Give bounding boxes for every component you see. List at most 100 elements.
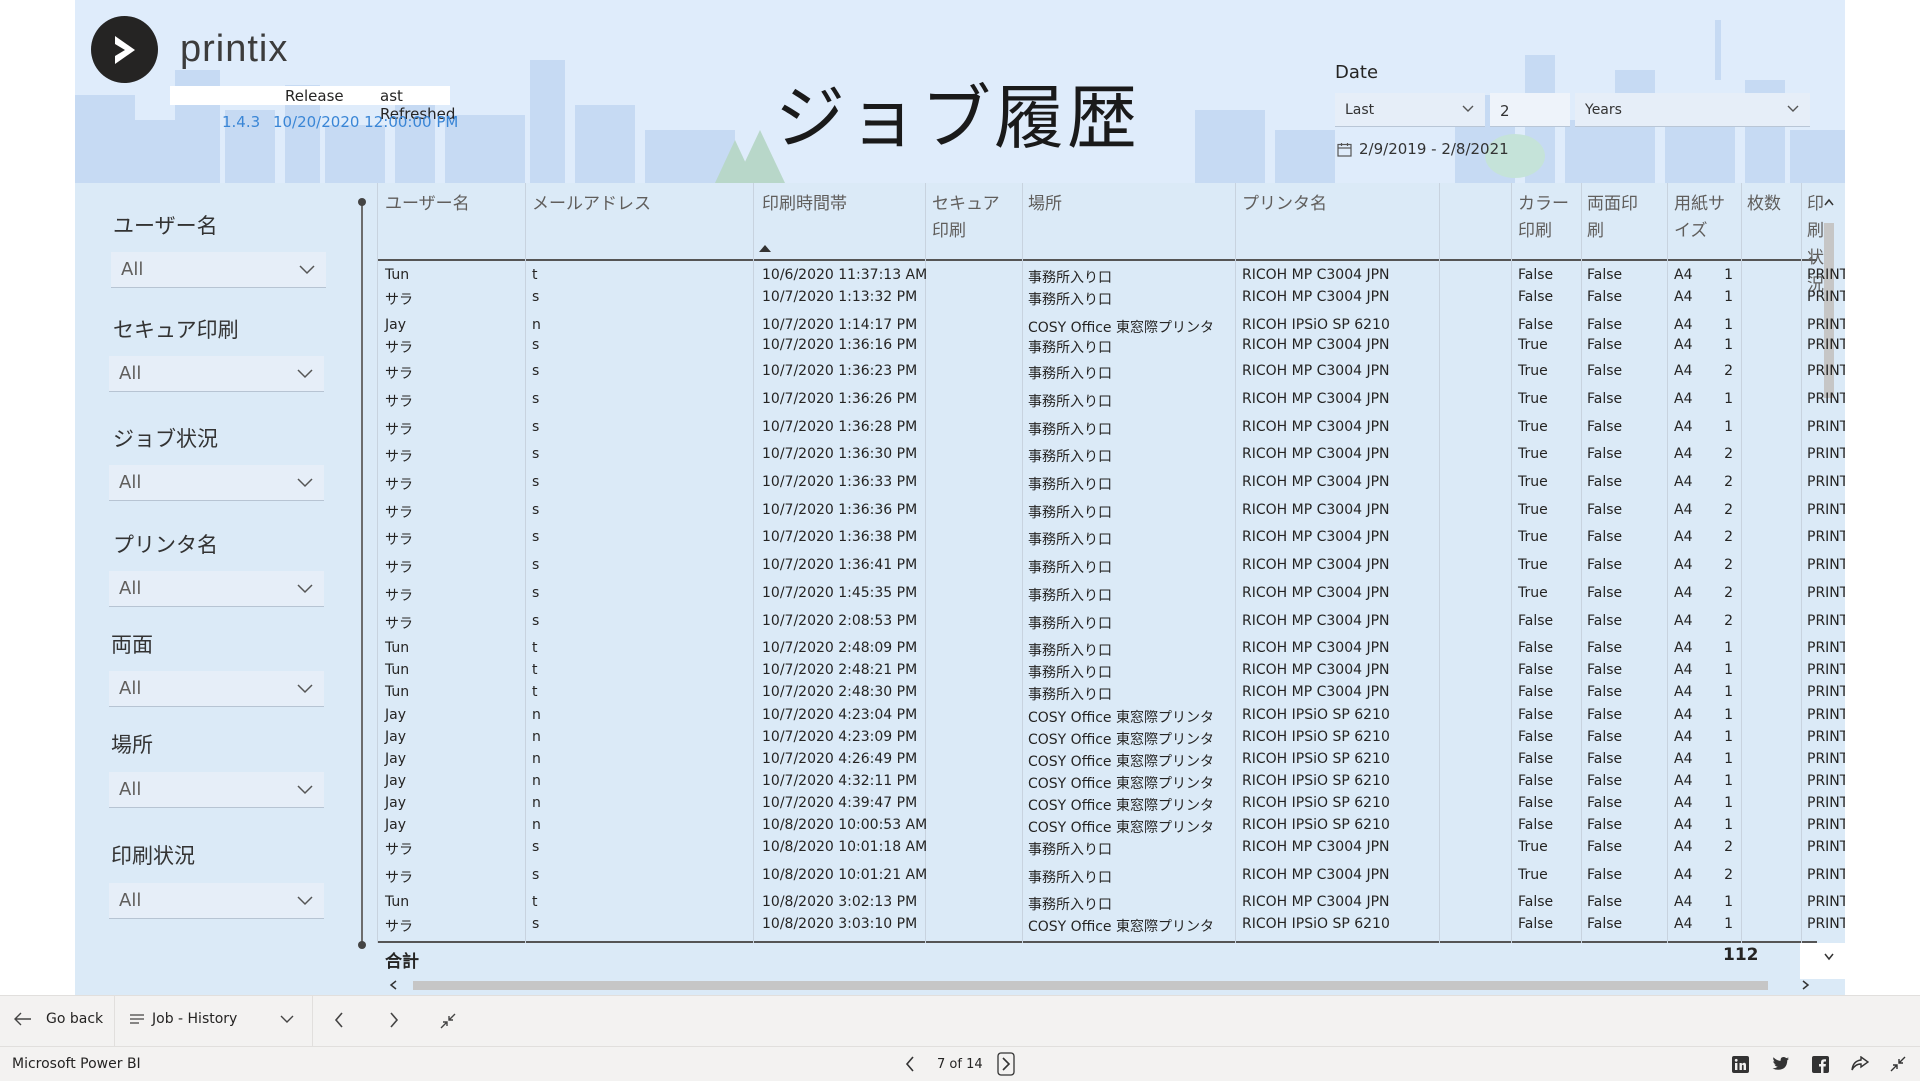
cell-printer-name: RICOH IPSiO SP 6210 xyxy=(1242,729,1390,745)
column-header-secure-print[interactable]: セキュア 印刷 xyxy=(932,191,1000,245)
total-label: 合計 xyxy=(385,952,419,972)
scroll-left-icon[interactable] xyxy=(389,980,397,990)
column-header-user-name[interactable]: ユーザー名 xyxy=(385,191,470,218)
column-header-paper-size[interactable]: 用紙サ イズ xyxy=(1674,191,1725,245)
cell-location: 事務所入り口 xyxy=(1028,505,1112,521)
table-row[interactable]: Jay n 10/8/2020 10:00:53 AM COSY Office 東窓際… xyxy=(377,817,1845,837)
column-header-email[interactable]: メールアドレス xyxy=(532,191,651,218)
cell-color-print: True xyxy=(1518,529,1548,545)
date-period-dropdown[interactable]: Last xyxy=(1335,93,1485,127)
cell-print-time: 10/7/2020 2:48:09 PM xyxy=(762,640,918,656)
table-row[interactable]: サラ s 10/8/2020 10:01:18 AM 事務所入り口 RICOH MP C… xyxy=(377,839,1845,859)
column-header-line: カラー xyxy=(1518,194,1569,214)
table-row[interactable]: サラ s 10/8/2020 10:01:21 AM 事務所入り口 RICOH MP C… xyxy=(377,867,1845,887)
table-row[interactable]: Tun t 10/6/2020 11:37:13 AM 事務所入り口 RICOH MP … xyxy=(377,267,1845,287)
cell-color-print: True xyxy=(1518,337,1548,353)
cell-print-status: PRINT_OK xyxy=(1807,662,1845,678)
slicer-dropdown-location[interactable]: All xyxy=(109,772,324,808)
table-row[interactable]: サラ s 10/7/2020 1:45:35 PM 事務所入り口 RICOH MP C3… xyxy=(377,585,1845,605)
scroll-down-icon[interactable] xyxy=(1824,953,1834,961)
column-header-print-time[interactable]: 印刷時間帯 xyxy=(762,191,847,218)
table-row[interactable]: Jay n 10/7/2020 4:23:09 PM COSY Office 東窓際プ… xyxy=(377,729,1845,749)
slicer-dropdown-print-status[interactable]: All xyxy=(109,883,324,919)
table-row[interactable]: Tun t 10/8/2020 3:02:13 PM 事務所入り口 RICOH MP C… xyxy=(377,894,1845,914)
cell-location: 事務所入り口 xyxy=(1028,897,1112,913)
column-header-color-print[interactable]: カラー 印刷 xyxy=(1518,191,1569,245)
cell-user-name: Jay xyxy=(385,817,406,833)
table-row[interactable]: サラ s 10/7/2020 1:36:23 PM 事務所入り口 RICOH MP C3… xyxy=(377,363,1845,383)
cell-email: s xyxy=(532,502,540,518)
column-header-location[interactable]: 場所 xyxy=(1028,191,1062,218)
table-row[interactable]: サラ s 10/7/2020 1:36:26 PM 事務所入り口 RICOH MP C3… xyxy=(377,391,1845,411)
table-row[interactable]: サラ s 10/8/2020 3:03:10 PM COSY Office 東窓際プリ… xyxy=(377,916,1845,936)
cell-email: n xyxy=(532,317,541,333)
collapse-icon[interactable] xyxy=(1890,1056,1906,1072)
table-row[interactable]: サラ s 10/7/2020 1:36:33 PM 事務所入り口 RICOH MP C3… xyxy=(377,474,1845,494)
column-header-copies[interactable]: 枚数 xyxy=(1747,191,1781,218)
column-header-duplex[interactable]: 両面印刷 xyxy=(1587,191,1638,245)
table-row[interactable]: サラ s 10/7/2020 1:36:30 PM 事務所入り口 RICOH MP C3… xyxy=(377,446,1845,466)
horizontal-scrollbar[interactable] xyxy=(377,978,1817,992)
share-icon[interactable] xyxy=(1851,1056,1869,1072)
scroll-right-icon[interactable] xyxy=(1802,980,1810,990)
slicer-dropdown-job-status[interactable]: All xyxy=(109,465,324,501)
pager-previous-icon[interactable] xyxy=(905,1056,915,1072)
facebook-icon[interactable] xyxy=(1812,1056,1829,1073)
cell-duplex: False xyxy=(1587,363,1623,379)
cell-paper-size: A4 xyxy=(1674,751,1693,767)
twitter-icon[interactable] xyxy=(1772,1056,1790,1072)
cell-color-print: True xyxy=(1518,502,1548,518)
cell-paper-size: A4 xyxy=(1674,662,1693,678)
table-row[interactable]: Tun t 10/7/2020 2:48:21 PM 事務所入り口 RICOH MP C… xyxy=(377,662,1845,682)
exit-fullscreen-icon xyxy=(440,1013,456,1029)
table-row[interactable]: Jay n 10/7/2020 4:32:11 PM COSY Office 東窓際プ… xyxy=(377,773,1845,793)
table-row[interactable]: サラ s 10/7/2020 1:13:32 PM 事務所入り口 RICOH MP C3… xyxy=(377,289,1845,309)
horizontal-scroll-thumb[interactable] xyxy=(413,981,1768,990)
cell-user-name: サラ xyxy=(385,870,413,886)
exit-fullscreen-button[interactable] xyxy=(440,1013,456,1029)
table-row[interactable]: サラ s 10/7/2020 1:36:16 PM 事務所入り口 RICOH MP C3… xyxy=(377,337,1845,357)
previous-page-button[interactable] xyxy=(334,1012,344,1028)
table-row[interactable]: Jay n 10/7/2020 4:23:04 PM COSY Office 東窓際プ… xyxy=(377,707,1845,727)
cell-copies: 2 xyxy=(1724,502,1733,518)
table-row[interactable]: サラ s 10/7/2020 1:36:36 PM 事務所入り口 RICOH MP C3… xyxy=(377,502,1845,522)
cell-print-time: 10/7/2020 1:36:33 PM xyxy=(762,474,918,490)
cell-print-time: 10/7/2020 1:13:32 PM xyxy=(762,289,918,305)
page-selector-dropdown[interactable]: Job - History xyxy=(130,1011,295,1027)
slicer-dropdown-username[interactable]: All xyxy=(111,252,326,288)
table-row[interactable]: サラ s 10/7/2020 2:08:53 PM 事務所入り口 RICOH MP C3… xyxy=(377,613,1845,633)
cell-printer-name: RICOH MP C3004 JPN xyxy=(1242,529,1390,545)
table-row[interactable]: Jay n 10/7/2020 4:26:49 PM COSY Office 東窓際プ… xyxy=(377,751,1845,771)
table-row[interactable]: Tun t 10/7/2020 2:48:09 PM 事務所入り口 RICOH MP C… xyxy=(377,640,1845,660)
table-row[interactable]: Jay n 10/7/2020 4:39:47 PM COSY Office 東窓際プ… xyxy=(377,795,1845,815)
cell-user-name: Tun xyxy=(385,662,410,678)
nav-divider xyxy=(114,996,115,1047)
date-unit-dropdown[interactable]: Years xyxy=(1575,93,1810,127)
cell-copies: 1 xyxy=(1724,817,1733,833)
next-page-button[interactable] xyxy=(389,1012,399,1028)
table-row[interactable]: Tun t 10/7/2020 2:48:30 PM 事務所入り口 RICOH MP C… xyxy=(377,684,1845,704)
slicer-dropdown-secure-print[interactable]: All xyxy=(109,356,324,392)
job-history-table[interactable]: 合計 1 1 2 ユーザー名 メールアドレス 印刷時間帯 セキュア 印刷 場所 プリンタ名 カラー… xyxy=(377,183,1845,993)
go-back-button[interactable]: Go back xyxy=(14,1011,103,1027)
slicer-dropdown-duplex[interactable]: All xyxy=(109,671,324,707)
table-row[interactable]: サラ s 10/7/2020 1:36:28 PM 事務所入り口 RICOH MP C3… xyxy=(377,419,1845,439)
scroll-up-icon[interactable] xyxy=(1824,198,1834,206)
sort-ascending-icon[interactable] xyxy=(759,245,771,252)
date-count-input[interactable]: 2 xyxy=(1490,93,1570,127)
linkedin-icon[interactable] xyxy=(1732,1056,1749,1073)
cell-user-name: Jay xyxy=(385,317,406,333)
cell-copies: 1 xyxy=(1724,640,1733,656)
table-row[interactable]: サラ s 10/7/2020 1:36:41 PM 事務所入り口 RICOH MP C3… xyxy=(377,557,1845,577)
cell-location: 事務所入り口 xyxy=(1028,532,1112,548)
cell-location: 事務所入り口 xyxy=(1028,340,1112,356)
table-row[interactable]: Jay n 10/7/2020 1:14:17 PM COSY Office 東窓際プ… xyxy=(377,317,1845,337)
slicer-dropdown-printer-name[interactable]: All xyxy=(109,571,324,607)
pager-next-icon[interactable] xyxy=(996,1052,1015,1076)
cell-print-status: PRINT_OK xyxy=(1807,684,1845,700)
cell-location: 事務所入り口 xyxy=(1028,394,1112,410)
chevron-down-icon xyxy=(296,579,314,597)
cell-print-time: 10/8/2020 3:03:10 PM xyxy=(762,916,918,932)
column-header-printer-name[interactable]: プリンタ名 xyxy=(1242,191,1327,218)
table-row[interactable]: サラ s 10/7/2020 1:36:38 PM 事務所入り口 RICOH MP C3… xyxy=(377,529,1845,549)
